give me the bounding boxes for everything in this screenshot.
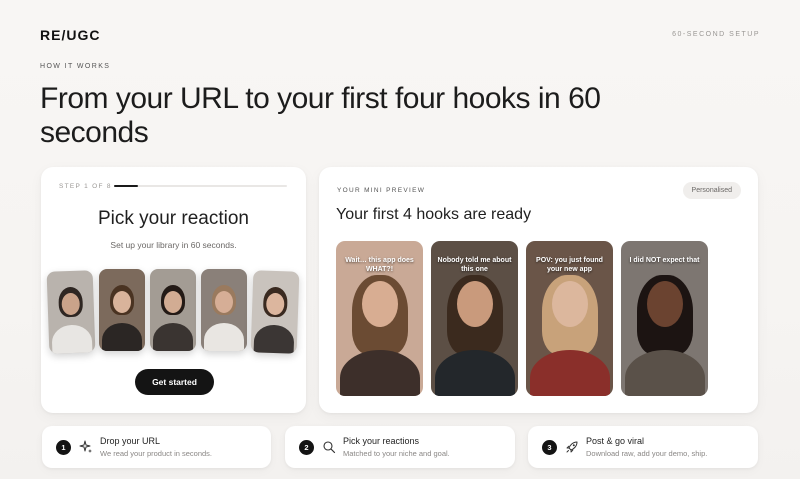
hook-caption: Wait… this app does WHAT?! bbox=[345, 257, 414, 273]
reaction-picker bbox=[46, 269, 300, 355]
hook-caption: I did NOT expect that bbox=[629, 257, 700, 264]
sparkle-icon bbox=[79, 440, 92, 453]
hook-caption: POV: you just found your new app bbox=[536, 257, 603, 273]
step-title: Post & go viral bbox=[586, 436, 645, 446]
preview-label: YOUR MINI PREVIEW bbox=[337, 187, 426, 194]
step-card-post-viral: 3 Post & go viral Download raw, add your… bbox=[528, 426, 758, 468]
hook-caption: Nobody told me about this one bbox=[437, 257, 512, 273]
reaction-thumbnail[interactable] bbox=[201, 269, 247, 351]
step-number: 2 bbox=[299, 440, 314, 455]
step-title: Drop your URL bbox=[100, 436, 161, 446]
mini-preview-card: YOUR MINI PREVIEW Personalised Your firs… bbox=[319, 167, 758, 413]
reaction-thumbnail[interactable] bbox=[250, 270, 300, 354]
reaction-thumbnail[interactable] bbox=[99, 269, 145, 351]
card-title: Pick your reaction bbox=[97, 208, 249, 229]
step-description: We read your product in seconds. bbox=[100, 449, 213, 458]
step-number: 1 bbox=[56, 440, 71, 455]
onboarding-card: STEP 1 OF 8 Pick your reaction Set up yo… bbox=[41, 167, 306, 413]
page-headline: From your URL to your first four hooks i… bbox=[40, 82, 601, 149]
step-card-drop-url: 1 Drop your URL We read your product in … bbox=[42, 426, 271, 468]
preview-title: Your first 4 hooks are ready bbox=[336, 206, 532, 223]
section-eyebrow: HOW IT WORKS bbox=[40, 63, 111, 70]
reaction-thumbnail[interactable] bbox=[150, 269, 196, 351]
personalised-badge: Personalised bbox=[682, 182, 741, 199]
rocket-icon bbox=[566, 441, 578, 453]
progress-bar bbox=[114, 185, 287, 187]
step-counter: STEP 1 OF 8 bbox=[59, 183, 112, 190]
hook-video-card[interactable]: Wait… this app does WHAT?! bbox=[336, 241, 423, 396]
setup-tag: 60-SECOND SETUP bbox=[672, 31, 760, 38]
brand-logo[interactable]: RE/UGC bbox=[40, 27, 100, 43]
search-icon bbox=[323, 441, 336, 454]
hook-video-card[interactable]: Nobody told me about this one bbox=[431, 241, 518, 396]
get-started-button[interactable]: Get started bbox=[135, 369, 214, 395]
step-title: Pick your reactions bbox=[343, 436, 420, 446]
hook-video-card[interactable]: I did NOT expect that bbox=[621, 241, 708, 396]
step-card-pick-reactions: 2 Pick your reactions Matched to your ni… bbox=[285, 426, 515, 468]
reaction-thumbnail[interactable] bbox=[46, 270, 96, 354]
hook-video-card[interactable]: POV: you just found your new app bbox=[526, 241, 613, 396]
step-number: 3 bbox=[542, 440, 557, 455]
step-description: Download raw, add your demo, ship. bbox=[586, 449, 708, 458]
step-description: Matched to your niche and goal. bbox=[343, 449, 450, 458]
card-subtitle: Set up your library in 60 seconds. bbox=[110, 240, 237, 250]
progress-bar-fill bbox=[114, 185, 139, 187]
hook-preview-list: Wait… this app does WHAT?! Nobody told m… bbox=[336, 241, 710, 397]
